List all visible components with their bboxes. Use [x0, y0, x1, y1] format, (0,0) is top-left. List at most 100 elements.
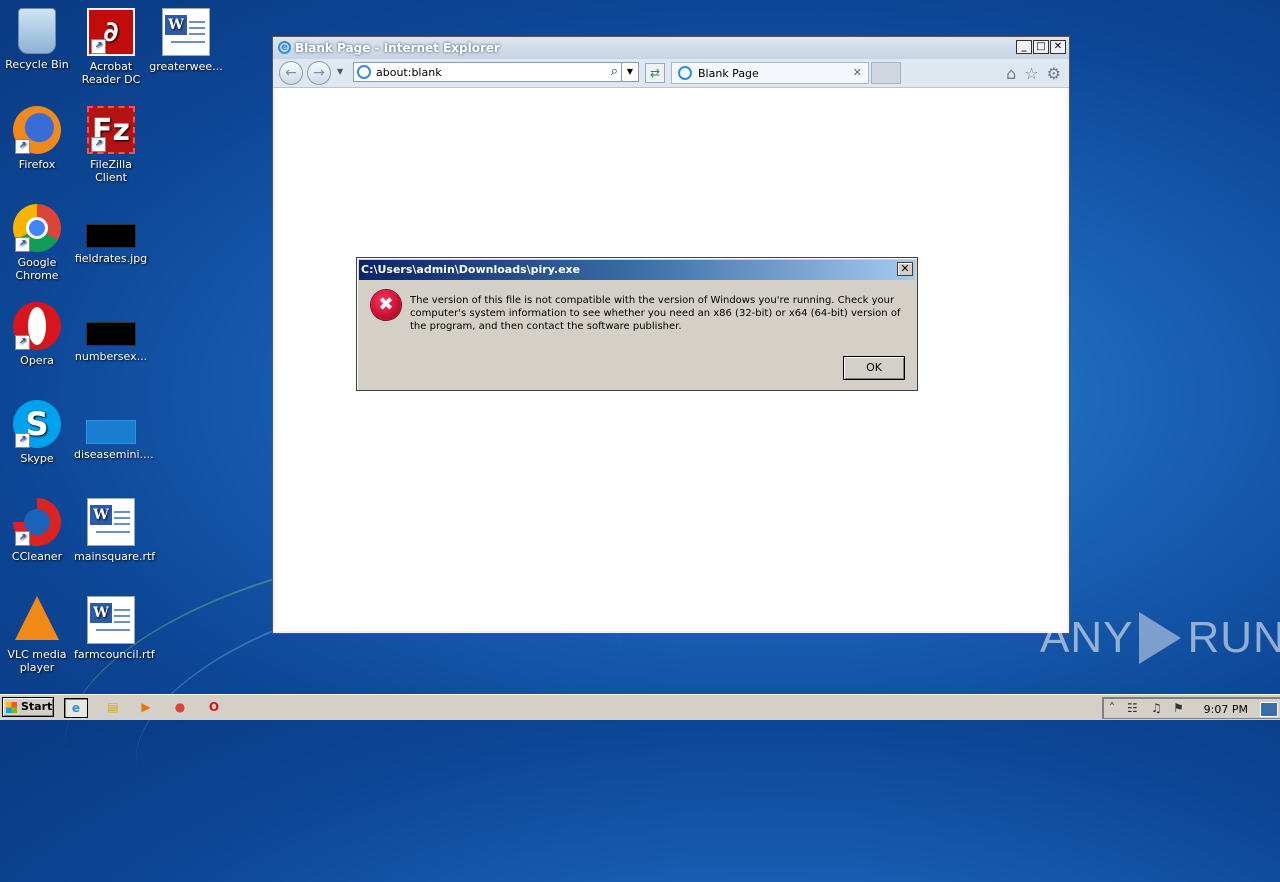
desktop-icon-greaterwee[interactable]: W greaterwee... — [149, 8, 223, 73]
image-thumbnail-icon — [86, 420, 136, 444]
image-thumbnail-icon — [86, 224, 136, 248]
error-icon: ✖ — [371, 290, 401, 320]
desktop-icon-label: greaterwee... — [149, 60, 223, 73]
chrome-icon: ● — [174, 700, 186, 714]
desktop-icon-label: Google Chrome — [15, 256, 59, 282]
chrome-icon: ↗ — [13, 204, 61, 252]
taskbar-ie-button[interactable]: e — [64, 698, 88, 718]
maximize-button[interactable]: □ — [1033, 40, 1049, 54]
recycle-bin-icon — [18, 8, 56, 54]
desktop-icon-label: Opera — [20, 354, 54, 367]
filezilla-icon: Fz ↗ — [87, 106, 135, 154]
desktop-icon-opera[interactable]: ↗ Opera — [0, 302, 74, 367]
opera-icon: ↗ — [13, 302, 61, 350]
back-button[interactable]: ← — [279, 61, 303, 85]
shortcut-arrow-icon: ↗ — [15, 433, 30, 448]
ok-button[interactable]: OK — [843, 356, 905, 380]
ie-navigation-bar: ← → ▼ about:blank ⌕ ▼ ⇄ Blank Page ✕ ⌂ ☆… — [273, 59, 1069, 88]
ie-title-bar[interactable]: e Blank Page - Internet Explorer _ □ ✕ — [273, 37, 1069, 59]
show-hidden-icons-icon[interactable]: ˄ — [1109, 701, 1115, 715]
desktop-icon-label: Recycle Bin — [5, 58, 69, 71]
ie-page-icon — [357, 65, 371, 79]
home-icon[interactable]: ⌂ — [1006, 64, 1016, 83]
tab-blank-page[interactable]: Blank Page ✕ — [671, 62, 869, 84]
start-label: Start — [21, 700, 53, 713]
desktop-icon-mainsquare[interactable]: W mainsquare.rtf — [74, 498, 155, 563]
desktop-icon-label: Acrobat Reader DC — [81, 60, 141, 86]
desktop-icon-label: numbersex... — [74, 350, 148, 363]
word-document-icon: W — [162, 8, 210, 56]
shortcut-arrow-icon: ↗ — [15, 531, 30, 546]
vlc-icon — [15, 596, 59, 640]
word-document-icon: W — [87, 596, 135, 644]
taskbar-explorer-button[interactable]: ▤ — [101, 698, 125, 718]
forward-button[interactable]: → — [307, 61, 331, 85]
desktop-icon-ccleaner[interactable]: ↗ CCleaner — [0, 498, 74, 563]
desktop-icon-label: Firefox — [18, 158, 56, 171]
error-dialog: C:\Users\admin\Downloads\piry.exe ✕ ✖ Th… — [356, 257, 918, 391]
opera-icon: O — [208, 700, 220, 714]
tab-close-icon[interactable]: ✕ — [853, 66, 862, 79]
desktop-icon-numbersex[interactable]: numbersex... — [74, 302, 148, 363]
desktop-icon-fieldrates[interactable]: fieldrates.jpg — [74, 204, 148, 265]
desktop-icon-label: diseasemini.... — [74, 448, 154, 461]
firefox-icon: ↗ — [13, 106, 61, 154]
play-icon — [1139, 612, 1182, 664]
start-button[interactable]: Start — [2, 697, 54, 717]
action-center-flag-icon[interactable]: ⚑ — [1173, 701, 1184, 715]
ie-icon: e — [71, 701, 81, 715]
refresh-button[interactable]: ⇄ — [645, 63, 665, 83]
taskbar-opera-button[interactable]: O — [202, 698, 226, 718]
desktop-icon-filezilla[interactable]: Fz ↗ FileZilla Client — [74, 106, 148, 184]
watermark-text-right: RUN — [1187, 613, 1280, 662]
volume-icon[interactable]: ♫ — [1151, 701, 1162, 715]
desktop-icon-label: Skype — [20, 452, 54, 465]
shortcut-arrow-icon: ↗ — [91, 39, 106, 54]
tab-label: Blank Page — [698, 67, 759, 80]
favorites-star-icon[interactable]: ☆ — [1024, 64, 1038, 83]
desktop-icon-firefox[interactable]: ↗ Firefox — [0, 106, 74, 171]
desktop-icon-recycle-bin[interactable]: Recycle Bin — [0, 8, 74, 71]
shortcut-arrow-icon: ↗ — [91, 137, 106, 152]
dialog-title: C:\Users\admin\Downloads\piry.exe — [361, 263, 581, 276]
dialog-title-bar[interactable]: C:\Users\admin\Downloads\piry.exe ✕ — [359, 260, 915, 280]
ie-logo-icon: e — [278, 41, 291, 54]
clock[interactable]: 9:07 PM — [1204, 703, 1248, 716]
desktop-icon-label: mainsquare.rtf — [74, 550, 156, 563]
desktop-icon-label: VLC media player — [7, 648, 67, 674]
word-document-icon: W — [87, 498, 135, 546]
taskbar-media-player-button[interactable]: ▶ — [134, 698, 158, 718]
desktop-icon-diseasemini[interactable]: diseasemini.... — [74, 400, 154, 461]
refresh-icon: ⇄ — [649, 66, 661, 80]
desktop-icon-vlc[interactable]: VLC media player — [0, 596, 74, 674]
ccleaner-icon: ↗ — [13, 498, 61, 546]
desktop-icon-chrome[interactable]: ↗ Google Chrome — [0, 204, 74, 282]
desktop-icon-skype[interactable]: S ↗ Skype — [0, 400, 74, 465]
anyrun-watermark: ANY RUN — [1040, 612, 1280, 664]
media-player-icon: ▶ — [141, 700, 151, 714]
history-dropdown-icon[interactable]: ▼ — [337, 67, 343, 76]
desktop-icon-label: FileZilla Client — [90, 158, 132, 184]
ie-window-title: Blank Page - Internet Explorer — [295, 41, 500, 55]
dialog-message: The version of this file is not compatib… — [410, 295, 901, 332]
network-icon[interactable]: ☷ — [1127, 701, 1138, 715]
gear-icon[interactable]: ⚙ — [1047, 64, 1061, 83]
arrow-left-icon: ← — [285, 65, 297, 81]
desktop-icon-farmcouncil[interactable]: W farmcouncil.rtf — [74, 596, 155, 661]
close-button[interactable]: ✕ — [1050, 40, 1066, 54]
minimize-button[interactable]: _ — [1016, 40, 1032, 54]
taskbar-chrome-button[interactable]: ● — [168, 698, 192, 718]
show-desktop-button[interactable] — [1260, 702, 1278, 717]
desktop-icon-acrobat[interactable]: ∂ ↗ Acrobat Reader DC — [74, 8, 148, 86]
address-input[interactable]: about:blank — [376, 66, 442, 79]
search-icon[interactable]: ⌕ — [611, 64, 618, 79]
address-bar[interactable]: about:blank ⌕ ▼ — [353, 62, 639, 82]
desktop-icon-label: fieldrates.jpg — [74, 252, 148, 265]
address-dropdown-icon[interactable]: ▼ — [621, 63, 638, 81]
dialog-close-button[interactable]: ✕ — [897, 262, 913, 276]
windows-logo-icon — [6, 702, 17, 713]
desktop-icon-label: CCleaner — [11, 550, 63, 563]
arrow-right-icon: → — [313, 65, 325, 81]
new-tab-button[interactable] — [871, 62, 901, 84]
shortcut-arrow-icon: ↗ — [15, 139, 30, 154]
